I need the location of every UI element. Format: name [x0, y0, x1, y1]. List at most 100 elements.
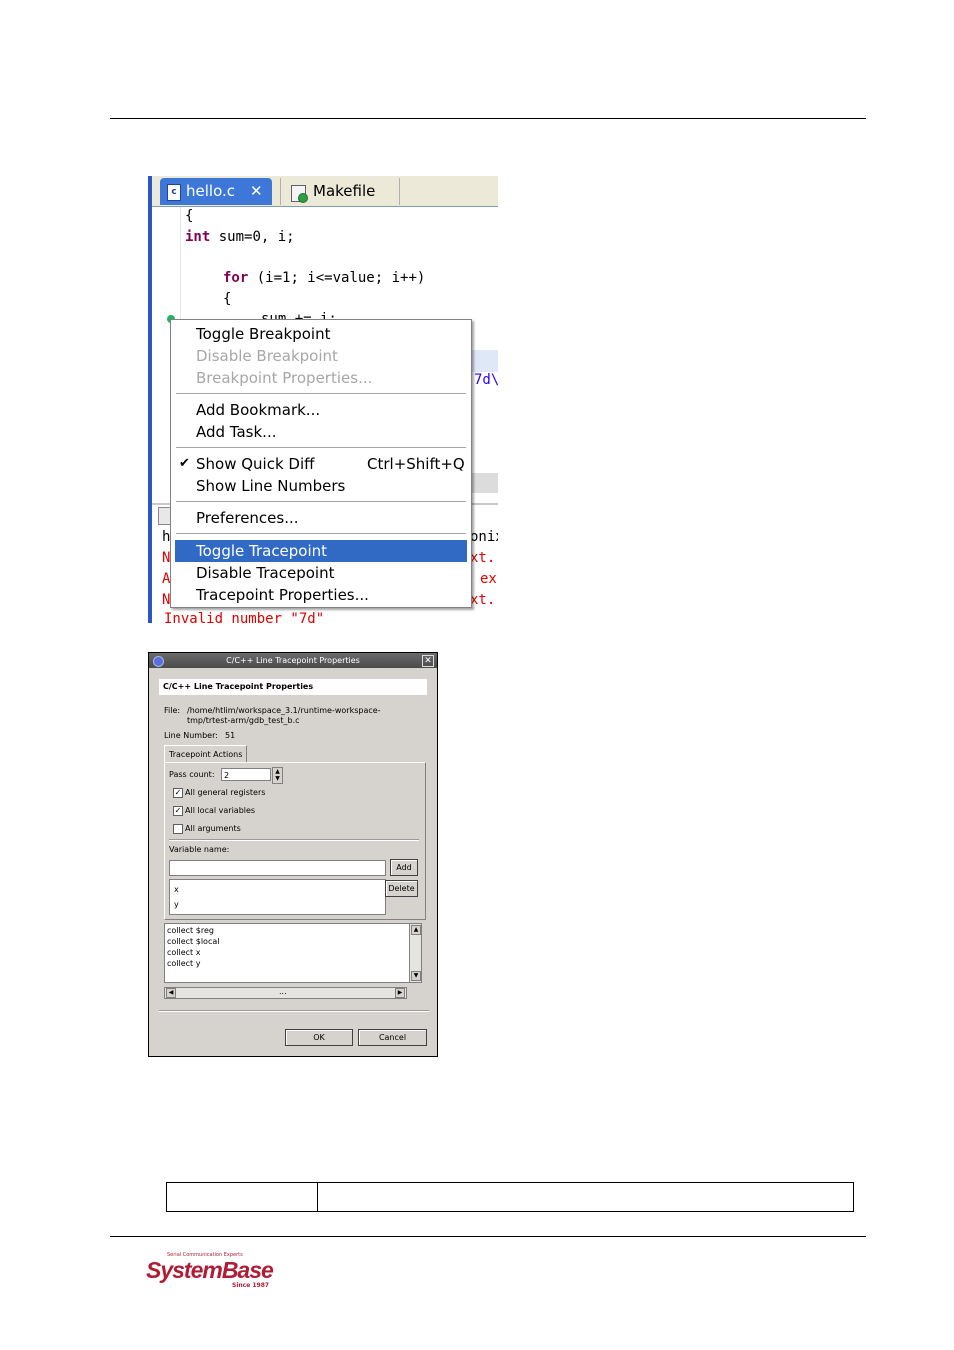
footer-separator	[159, 1010, 429, 1012]
context-menu: Toggle Breakpoint Disable Breakpoint Bre…	[170, 319, 472, 608]
code-line: {	[185, 208, 194, 224]
code-line: {	[223, 291, 232, 307]
menu-item-breakpoint-properties: Breakpoint Properties...	[171, 367, 471, 389]
menu-separator	[176, 447, 466, 449]
makefile-icon	[291, 185, 308, 203]
tab-label: Makefile	[313, 182, 376, 200]
menu-item-label: Show Line Numbers	[196, 477, 346, 495]
menu-item-label: Preferences...	[196, 509, 299, 527]
console-fragment: onix	[470, 529, 498, 545]
table-cell	[167, 1183, 318, 1211]
close-icon[interactable]: ✕	[422, 655, 434, 667]
editor-horizontal-scrollbar[interactable]	[470, 473, 498, 493]
header-rule	[110, 118, 866, 119]
menu-item-add-bookmark[interactable]: Add Bookmark...	[171, 399, 471, 421]
checkbox-all-general-registers[interactable]: ✓	[173, 788, 183, 798]
menu-separator	[176, 393, 466, 395]
menu-item-show-line-numbers[interactable]: Show Line Numbers	[171, 475, 471, 497]
menu-separator	[176, 533, 466, 535]
ok-label: OK	[313, 1033, 325, 1042]
file-path: /home/htlim/workspace_3.1/runtime-worksp…	[187, 706, 381, 715]
menu-item-toggle-tracepoint[interactable]: Toggle Tracepoint	[175, 540, 467, 562]
action-line: collect $reg	[167, 926, 214, 935]
console-fragment: xt.	[470, 592, 496, 608]
list-item[interactable]: x	[174, 885, 179, 894]
variable-name-label: Variable name:	[169, 845, 230, 854]
empty-table	[166, 1182, 854, 1212]
checkbox-label: All general registers	[185, 788, 266, 797]
checkbox-all-local-variables[interactable]: ✓	[173, 806, 183, 816]
action-line: collect y	[167, 959, 201, 968]
scroll-left-icon[interactable]: ◀	[166, 988, 176, 998]
menu-item-toggle-breakpoint[interactable]: Toggle Breakpoint	[171, 323, 471, 345]
tab-hello-c[interactable]: c hello.c ✕	[160, 178, 272, 205]
menu-item-disable-tracepoint[interactable]: Disable Tracepoint	[171, 562, 471, 584]
action-line: collect x	[167, 948, 201, 957]
window-icon	[153, 656, 164, 667]
delete-button[interactable]: Delete	[385, 880, 418, 897]
horizontal-scrollbar[interactable]: ◀ ... ▶	[164, 987, 407, 999]
variable-list[interactable]: x y	[169, 879, 386, 915]
menu-item-label: Show Quick Diff	[196, 455, 315, 473]
tab-tracepoint-actions[interactable]: Tracepoint Actions	[164, 745, 247, 762]
menu-item-label: Toggle Tracepoint	[196, 542, 328, 560]
code-text: (i=1; i<=value; i++)	[248, 270, 426, 286]
code-keyword: for	[223, 270, 249, 286]
vertical-scrollbar[interactable]: ▲ ▼	[409, 923, 422, 983]
code-keyword: int	[185, 229, 211, 245]
pass-count-stepper[interactable]: ▲ ▼	[272, 767, 283, 784]
list-item[interactable]: y	[174, 900, 179, 909]
menu-item-disable-breakpoint: Disable Breakpoint	[171, 345, 471, 367]
console-error-line: Invalid number "7d"	[164, 611, 325, 623]
close-icon[interactable]: ✕	[250, 178, 263, 205]
menu-item-tracepoint-properties[interactable]: Tracepoint Properties...	[171, 584, 471, 606]
menu-item-label: Add Bookmark...	[196, 401, 321, 419]
scroll-right-icon[interactable]: ▶	[395, 988, 405, 998]
c-file-icon: c	[167, 184, 181, 201]
pass-count-label: Pass count:	[169, 770, 215, 779]
dialog-header: C/C++ Line Tracepoint Properties	[159, 679, 427, 695]
menu-item-label: Disable Breakpoint	[196, 347, 338, 365]
highlighted-line	[470, 350, 498, 372]
editor-tab-bar: c hello.c ✕ Makefile	[152, 176, 498, 207]
menu-item-label: Tracepoint Properties...	[196, 586, 369, 604]
action-line: collect $local	[167, 937, 220, 946]
scroll-down-icon[interactable]: ▼	[411, 971, 421, 981]
checkbox-label: All arguments	[185, 824, 241, 833]
scroll-grip[interactable]: ...	[279, 987, 287, 996]
tracepoint-properties-dialog: C/C++ Line Tracepoint Properties ✕ C/C++…	[148, 652, 438, 1057]
menu-item-shortcut: Ctrl+Shift+Q	[367, 455, 465, 473]
add-button[interactable]: Add	[390, 859, 418, 876]
ok-button[interactable]: OK	[285, 1029, 353, 1046]
menu-item-add-task[interactable]: Add Task...	[171, 421, 471, 443]
line-number-label: Line Number:	[164, 731, 218, 740]
menu-item-preferences[interactable]: Preferences...	[171, 507, 471, 529]
scroll-up-icon[interactable]: ▲	[411, 925, 421, 935]
code-fragment: 7d\	[474, 372, 498, 388]
checkbox-all-arguments[interactable]	[173, 824, 183, 834]
variable-name-input[interactable]	[169, 860, 386, 876]
dialog-title: C/C++ Line Tracepoint Properties	[226, 656, 360, 665]
menu-item-label: Disable Tracepoint	[196, 564, 335, 582]
menu-item-label: Breakpoint Properties...	[196, 369, 373, 387]
delete-label: Delete	[388, 884, 415, 893]
console-fragment: xt.	[470, 550, 496, 566]
console-fragment: ex	[480, 571, 497, 587]
up-arrow-icon[interactable]: ▲	[275, 768, 280, 775]
menu-item-label: Toggle Breakpoint	[196, 325, 331, 343]
tab-label: hello.c	[186, 182, 235, 200]
cancel-button[interactable]: Cancel	[358, 1029, 427, 1046]
menu-item-label: Add Task...	[196, 423, 277, 441]
panel-separator	[169, 839, 419, 841]
code-line: int sum=0, i;	[185, 229, 295, 245]
tab-makefile[interactable]: Makefile	[280, 178, 400, 205]
pass-count-input[interactable]: 2	[221, 768, 271, 781]
down-arrow-icon[interactable]: ▼	[275, 775, 280, 782]
menu-item-show-quick-diff[interactable]: ✔ Show Quick Diff Ctrl+Shift+Q	[171, 453, 471, 475]
systembase-logo: Serial Communication Experts SystemBase …	[146, 1252, 276, 1294]
dialog-titlebar[interactable]: C/C++ Line Tracepoint Properties ✕	[149, 653, 437, 668]
check-icon: ✔	[179, 456, 190, 471]
logo-name: SystemBase	[146, 1257, 274, 1283]
actions-textarea[interactable]: collect $reg collect $local collect x co…	[164, 923, 410, 983]
code-text: sum=0, i;	[210, 229, 295, 245]
